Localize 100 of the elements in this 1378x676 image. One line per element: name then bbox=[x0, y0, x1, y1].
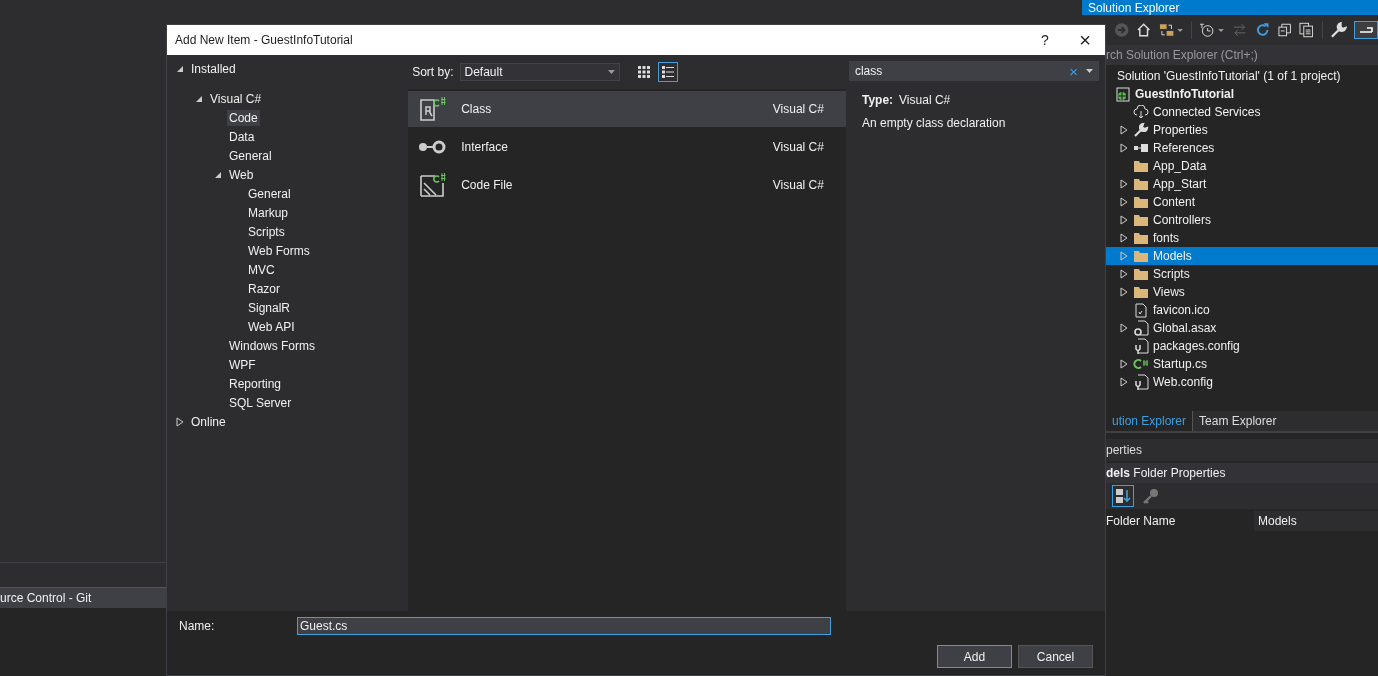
tree-item[interactable]: References bbox=[1153, 141, 1215, 155]
add-button[interactable]: Add bbox=[937, 645, 1012, 668]
expand-arrow-icon[interactable] bbox=[1120, 287, 1128, 297]
expand-arrow-icon[interactable] bbox=[1120, 377, 1128, 387]
category-item[interactable]: Scripts bbox=[246, 223, 287, 240]
copy-icon[interactable] bbox=[1299, 22, 1315, 38]
expand-arrow-icon[interactable] bbox=[1120, 143, 1128, 153]
expand-arrow-icon[interactable] bbox=[1120, 215, 1128, 225]
csharp-icon bbox=[1133, 358, 1149, 370]
category-item[interactable]: Razor bbox=[246, 280, 282, 297]
help-button[interactable]: ? bbox=[1025, 32, 1065, 48]
template-language: Visual C# bbox=[772, 140, 824, 154]
panel-tab[interactable]: ution Explorer bbox=[1106, 411, 1194, 431]
folder-icon bbox=[1133, 231, 1149, 245]
folder-icon bbox=[1133, 285, 1149, 299]
category-item[interactable]: General bbox=[227, 147, 274, 164]
expand-arrow-icon[interactable] bbox=[1120, 269, 1128, 279]
tree-item[interactable]: fonts bbox=[1153, 231, 1179, 245]
category-item[interactable]: Web bbox=[227, 166, 256, 183]
property-name: Folder Name bbox=[1105, 514, 1177, 528]
property-value[interactable]: Models bbox=[1254, 511, 1378, 531]
gear-file-icon bbox=[1133, 320, 1149, 336]
tree-item[interactable]: Content bbox=[1153, 195, 1196, 209]
expand-arrow-icon[interactable] bbox=[1120, 359, 1128, 369]
category-item[interactable]: WPF bbox=[227, 356, 258, 373]
sync-icon[interactable] bbox=[1158, 22, 1184, 38]
folder-icon bbox=[1133, 195, 1149, 209]
panel-tab[interactable]: Team Explorer bbox=[1193, 411, 1283, 431]
sort-dropdown[interactable]: Default bbox=[459, 63, 620, 81]
tree-item[interactable]: GuestInfoTutorial bbox=[1135, 87, 1235, 101]
template-item[interactable]: Class Visual C# bbox=[408, 91, 846, 127]
refresh-icon[interactable] bbox=[1254, 22, 1271, 38]
sort-alphabetical-button[interactable] bbox=[1112, 485, 1134, 507]
template-item[interactable]: Code File Visual C# bbox=[408, 167, 846, 203]
key-icon[interactable] bbox=[1142, 487, 1160, 505]
tree-item[interactable]: Startup.cs bbox=[1153, 357, 1208, 371]
tree-item[interactable]: Views bbox=[1153, 285, 1185, 299]
name-field[interactable]: Guest.cs bbox=[297, 617, 831, 635]
category-item[interactable]: MVC bbox=[246, 261, 277, 278]
collapse-arrow-icon[interactable] bbox=[195, 94, 203, 103]
category-item[interactable]: General bbox=[246, 185, 293, 202]
object-name: dels Folder Properties bbox=[1106, 466, 1226, 480]
tree-item[interactable]: App_Start bbox=[1153, 177, 1207, 191]
search-field[interactable]: class × bbox=[848, 61, 1099, 81]
category-item[interactable]: Reporting bbox=[227, 375, 284, 392]
pin-icon bbox=[1358, 24, 1374, 36]
template-language: Visual C# bbox=[772, 178, 824, 192]
folder-icon bbox=[1133, 249, 1149, 263]
tree-item[interactable]: Global.asax bbox=[1153, 321, 1217, 335]
collapse-arrow-icon[interactable] bbox=[214, 170, 222, 179]
cancel-button[interactable]: Cancel bbox=[1018, 645, 1093, 668]
panel-tab[interactable]: urce Control - Git bbox=[0, 588, 92, 605]
expand-arrow-icon[interactable] bbox=[1120, 179, 1128, 189]
tree-item[interactable]: App_Data bbox=[1153, 159, 1207, 173]
category-item[interactable]: Markup bbox=[246, 204, 290, 221]
references-icon bbox=[1133, 143, 1149, 153]
clear-button[interactable]: × bbox=[1069, 62, 1078, 80]
wrench-icon bbox=[1133, 122, 1149, 138]
history-icon[interactable] bbox=[1198, 22, 1226, 38]
category-item[interactable]: Web Forms bbox=[246, 242, 312, 259]
expand-arrow-icon[interactable] bbox=[1120, 197, 1128, 207]
category-item[interactable]: Visual C# bbox=[208, 90, 264, 107]
expand-arrow-icon[interactable] bbox=[176, 416, 184, 427]
expand-arrow-icon[interactable] bbox=[1120, 323, 1128, 333]
category-item[interactable]: Installed bbox=[189, 60, 238, 77]
collapse-arrow-icon[interactable] bbox=[176, 64, 184, 73]
category-item[interactable]: SQL Server bbox=[227, 394, 294, 411]
collapse-all-icon[interactable] bbox=[1277, 22, 1293, 38]
dropdown-caret-icon[interactable] bbox=[1086, 69, 1093, 73]
home-icon[interactable] bbox=[1136, 22, 1152, 38]
tree-item[interactable]: Web.config bbox=[1153, 375, 1213, 389]
tree-item[interactable]: Models bbox=[1153, 249, 1192, 263]
category-item[interactable]: Data bbox=[227, 128, 257, 145]
expand-arrow-icon[interactable] bbox=[1120, 125, 1128, 135]
expand-arrow-icon[interactable] bbox=[1120, 233, 1128, 243]
wrench-icon[interactable] bbox=[1329, 21, 1347, 39]
code-file-icon bbox=[418, 171, 447, 199]
category-item[interactable]: Windows Forms bbox=[227, 337, 317, 354]
file-icon bbox=[1135, 302, 1147, 318]
category-item[interactable]: Online bbox=[189, 413, 228, 430]
category-item[interactable]: Code bbox=[227, 109, 260, 126]
tree-item[interactable]: Scripts bbox=[1153, 267, 1190, 281]
folder-icon bbox=[1133, 267, 1149, 281]
folder-icon bbox=[1133, 213, 1149, 227]
tree-item[interactable]: Solution 'GuestInfoTutorial' (1 of 1 project) bbox=[1117, 69, 1341, 83]
category-item[interactable]: Web API bbox=[246, 318, 297, 335]
caret-icon bbox=[607, 70, 615, 74]
template-description: An empty class declaration bbox=[860, 115, 1007, 130]
panel-title: Solution Explorer bbox=[1088, 0, 1180, 15]
tree-item[interactable]: Properties bbox=[1153, 123, 1208, 137]
list-view-button[interactable] bbox=[657, 62, 678, 82]
globe-file-icon bbox=[1115, 86, 1131, 102]
pin-button[interactable] bbox=[1354, 21, 1378, 39]
tree-item[interactable]: packages.config bbox=[1153, 339, 1240, 353]
category-item[interactable]: SignalR bbox=[246, 299, 293, 316]
tree-item[interactable]: Connected Services bbox=[1153, 105, 1261, 119]
tree-item[interactable]: favicon.ico bbox=[1153, 303, 1210, 317]
template-item[interactable]: Interface Visual C# bbox=[408, 129, 846, 165]
name-label: Name: bbox=[179, 619, 216, 633]
tree-item[interactable]: Controllers bbox=[1153, 213, 1212, 227]
